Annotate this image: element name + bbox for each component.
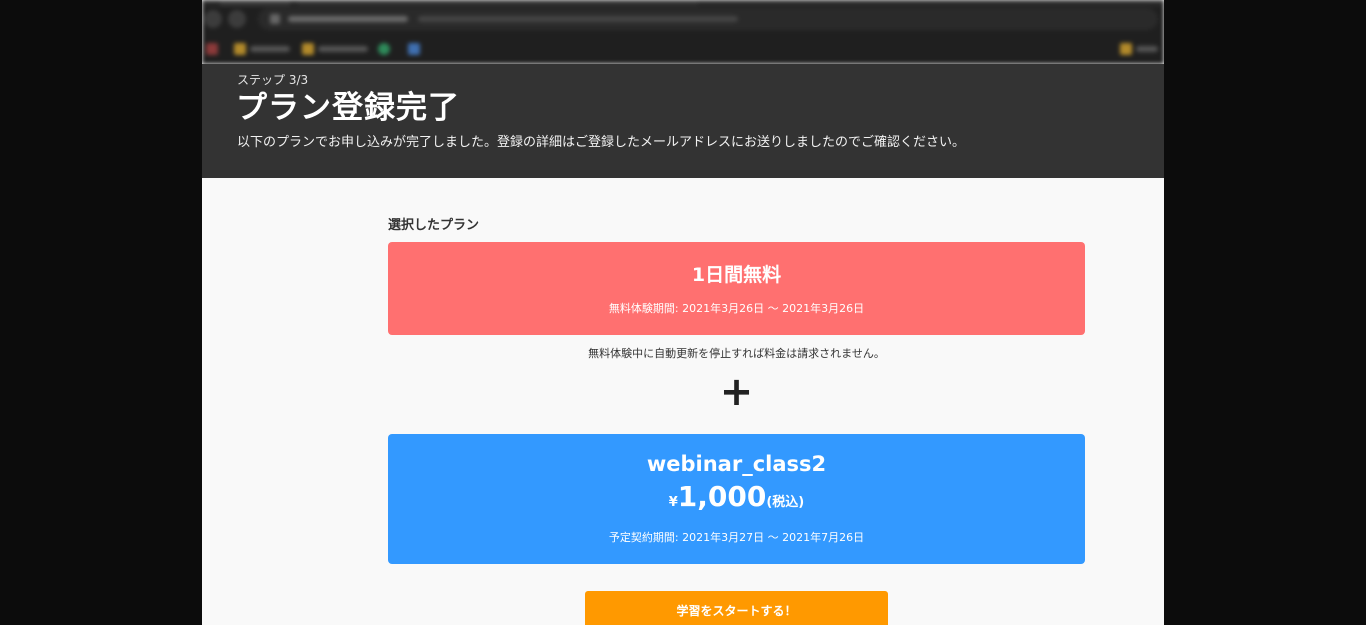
start-learning-button[interactable]: 学習をスタートする！ <box>585 591 888 625</box>
tab-strip <box>202 0 1164 6</box>
forward-icon[interactable] <box>228 10 246 28</box>
bookmark-icon <box>378 43 390 55</box>
url-text <box>288 16 408 22</box>
free-trial-plan-card: 1日間無料 無料体験期間: 2021年3月26日 〜 2021年3月26日 <box>388 242 1085 335</box>
auto-renew-notice: 無料体験中に自動更新を停止すれば料金は請求されません。 <box>588 347 885 360</box>
step-indicator: ステップ 3/3 <box>237 73 309 87</box>
paid-plan-card: webinar_class2 ¥1,000(税込) 予定契約期間: 2021年3… <box>388 434 1085 564</box>
browser-toolbar <box>202 0 1164 64</box>
main-content: 選択したプラン 1日間無料 無料体験期間: 2021年3月26日 〜 2021年… <box>202 178 1164 625</box>
folder-icon <box>234 43 246 55</box>
price-amount: 1,000 <box>677 480 767 513</box>
page-title: プラン登録完了 <box>236 90 460 126</box>
bookmark-label <box>318 46 368 52</box>
page-description: 以下のプランでお申し込みが完了しました。登録の詳細はご登録したメールアドレスにお… <box>237 135 966 150</box>
lock-icon <box>270 14 280 24</box>
free-plan-name: 1日間無料 <box>691 264 782 286</box>
paid-plan-period: 予定契約期間: 2021年3月27日 〜 2021年7月26日 <box>608 531 865 544</box>
page-header: ステップ 3/3 プラン登録完了 以下のプランでお申し込みが完了しました。登録の… <box>202 64 1164 178</box>
currency-symbol: ¥ <box>668 495 678 510</box>
browser-tab-active[interactable] <box>298 0 698 6</box>
paid-plan-price: ¥1,000(税込) <box>388 480 1085 513</box>
bookmark-label <box>1136 46 1158 52</box>
bookmark-icon <box>206 43 218 55</box>
folder-icon <box>1120 43 1132 55</box>
plus-icon: + <box>719 369 754 415</box>
folder-icon <box>302 43 314 55</box>
url-path-text <box>418 16 738 22</box>
tax-note: (税込) <box>766 495 805 510</box>
bookmarks-bar <box>202 36 1164 62</box>
bookmark-icon <box>408 43 420 55</box>
browser-window: ステップ 3/3 プラン登録完了 以下のプランでお申し込みが完了しました。登録の… <box>202 0 1164 625</box>
back-icon[interactable] <box>204 10 222 28</box>
free-plan-period: 無料体験期間: 2021年3月26日 〜 2021年3月26日 <box>608 302 865 315</box>
paid-plan-name: webinar_class2 <box>646 452 827 476</box>
selected-plan-label: 選択したプラン <box>388 218 480 233</box>
bookmark-label <box>250 46 290 52</box>
address-bar[interactable] <box>258 8 1158 30</box>
browser-tab[interactable] <box>220 0 290 6</box>
